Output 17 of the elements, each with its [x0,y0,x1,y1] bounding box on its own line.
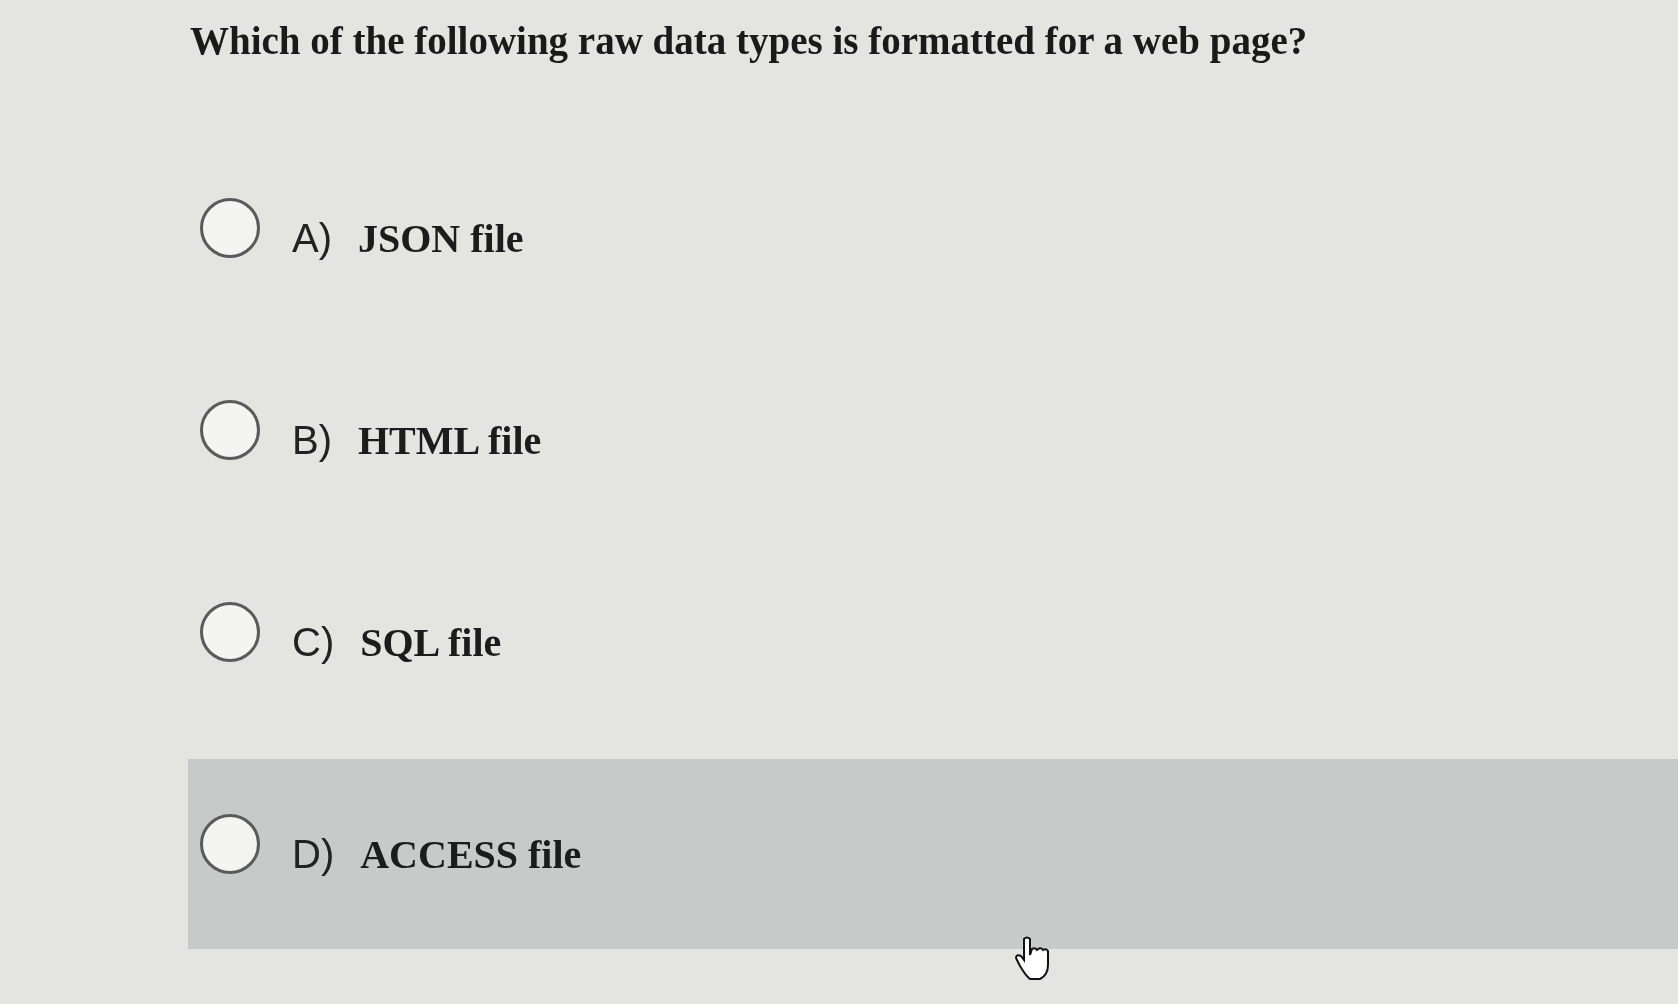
radio-button[interactable] [200,198,260,258]
answer-option[interactable]: D) ACCESS file [188,759,1678,949]
option-text: SQL file [360,618,502,666]
radio-button[interactable] [200,602,260,662]
option-text: HTML file [358,416,542,464]
radio-button[interactable] [200,814,260,874]
option-text: JSON file [358,214,524,262]
option-text: ACCESS file [360,830,582,878]
option-letter: D) [292,831,335,877]
option-letter: A) [292,215,332,261]
option-letter: B) [292,417,332,463]
option-letter: C) [292,619,335,665]
answer-option[interactable]: B) HTML file [188,345,1678,535]
radio-button[interactable] [200,400,260,460]
answer-option[interactable]: A) JSON file [188,143,1678,333]
answer-option[interactable]: C) SQL file [188,547,1678,737]
question-text: Which of the following raw data types is formatted for a web page? [190,18,1309,63]
